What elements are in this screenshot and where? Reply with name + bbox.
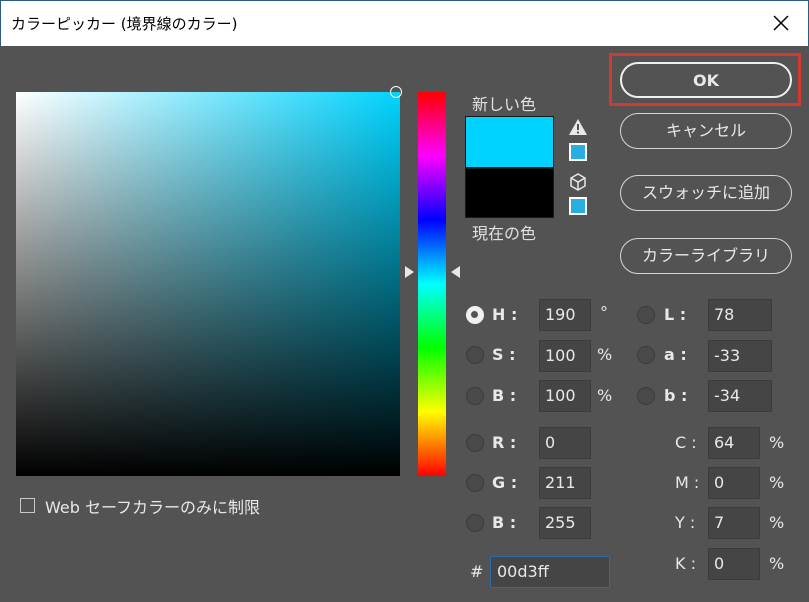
radio-lab-b[interactable] <box>637 387 655 405</box>
new-color-label: 新しい色 <box>472 95 537 114</box>
input-a[interactable]: -33 <box>708 340 772 372</box>
input-b-rgb[interactable]: 255 <box>539 507 591 539</box>
hue-slider[interactable] <box>418 92 446 476</box>
radio-s[interactable] <box>466 346 484 364</box>
warning-icon[interactable] <box>568 118 588 136</box>
input-y[interactable]: 7 <box>708 507 760 539</box>
label-g: G : <box>492 473 518 492</box>
radio-g[interactable] <box>466 474 484 492</box>
unit-y: % <box>769 513 785 532</box>
label-a: a : <box>664 345 687 364</box>
input-s[interactable]: 100 <box>539 340 591 372</box>
input-r[interactable]: 0 <box>539 427 591 459</box>
hex-input[interactable]: 00d3ff <box>490 556 610 588</box>
current-color-label: 現在の色 <box>472 224 537 243</box>
add-to-swatches-button[interactable]: スウォッチに追加 <box>620 175 792 211</box>
unit-s: % <box>597 345 613 364</box>
hue-slider-handle-right[interactable] <box>451 266 460 278</box>
color-field-marker[interactable] <box>390 86 402 98</box>
ok-button[interactable]: OK <box>620 62 792 98</box>
radio-a[interactable] <box>637 346 655 364</box>
new-color-swatch <box>465 116 554 168</box>
unit-h: ° <box>600 303 608 322</box>
label-l: L : <box>664 305 687 324</box>
web-safe-checkbox[interactable] <box>20 498 35 513</box>
hex-label: # <box>470 562 484 581</box>
label-k: K : <box>675 554 696 573</box>
label-m: M : <box>675 473 700 492</box>
unit-c: % <box>769 433 785 452</box>
input-m[interactable]: 0 <box>708 467 760 499</box>
label-b: B : <box>492 386 517 405</box>
cancel-button[interactable]: キャンセル <box>620 113 792 149</box>
label-h: H : <box>492 305 518 324</box>
input-l[interactable]: 78 <box>708 299 772 331</box>
input-c[interactable]: 64 <box>708 427 760 459</box>
color-field[interactable] <box>16 92 400 476</box>
close-icon[interactable] <box>768 10 794 36</box>
title-bar: カラーピッカー (境界線のカラー) <box>0 0 809 46</box>
label-lab-b: b : <box>664 386 688 405</box>
cube-icon[interactable] <box>569 173 587 191</box>
unit-m: % <box>769 473 785 492</box>
web-safe-label[interactable]: Web セーフカラーのみに制限 <box>45 494 260 518</box>
current-color-swatch[interactable] <box>465 168 554 218</box>
label-r: R : <box>492 433 517 452</box>
radio-h[interactable] <box>466 306 484 324</box>
gamut-swatch[interactable] <box>569 143 587 161</box>
web-safe-swatch[interactable] <box>569 197 587 215</box>
radio-r[interactable] <box>466 434 484 452</box>
unit-k: % <box>769 554 785 573</box>
color-libraries-button[interactable]: カラーライブラリ <box>620 238 792 274</box>
input-lab-b[interactable]: -34 <box>708 380 772 412</box>
label-s: S : <box>492 345 516 364</box>
label-y: Y : <box>675 513 696 532</box>
window-title: カラーピッカー (境界線のカラー) <box>11 15 238 33</box>
hue-slider-handle-left[interactable] <box>405 266 414 278</box>
unit-b: % <box>597 386 613 405</box>
radio-b-rgb[interactable] <box>466 514 484 532</box>
input-h[interactable]: 190 <box>539 299 591 331</box>
label-c: C : <box>675 433 697 452</box>
input-k[interactable]: 0 <box>708 548 760 580</box>
label-b-rgb: B : <box>492 513 517 532</box>
radio-b[interactable] <box>466 387 484 405</box>
radio-l[interactable] <box>637 306 655 324</box>
input-b[interactable]: 100 <box>539 380 591 412</box>
input-g[interactable]: 211 <box>539 467 591 499</box>
